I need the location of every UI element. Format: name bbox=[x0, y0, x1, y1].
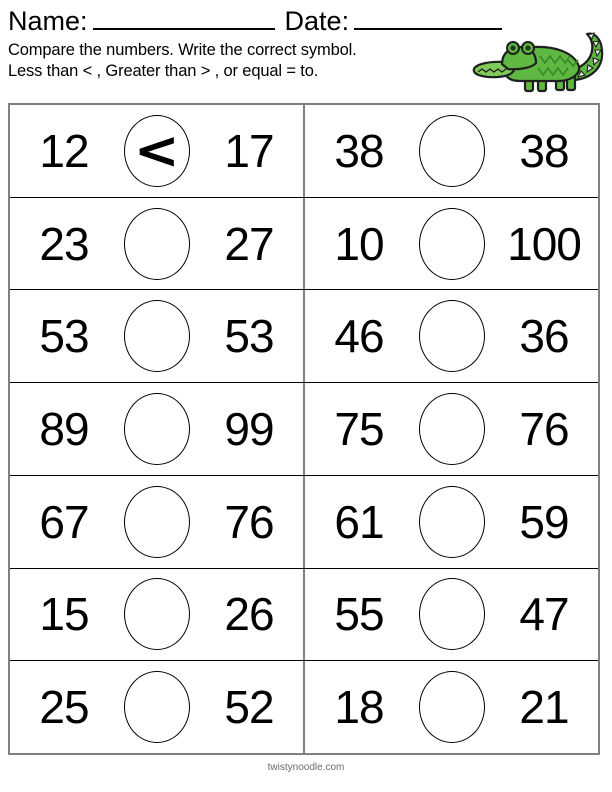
problem-cell[interactable]: 25 52 bbox=[10, 661, 305, 754]
second-number: 59 bbox=[519, 495, 569, 548]
first-number: 46 bbox=[334, 310, 384, 363]
problem-cell[interactable]: 15 26 bbox=[10, 568, 305, 661]
first-number: 75 bbox=[334, 403, 384, 456]
name-date-row: Name: Date: bbox=[8, 0, 604, 38]
first-number: 18 bbox=[334, 681, 384, 734]
problem-cell[interactable]: 75 76 bbox=[305, 383, 598, 475]
second-number: 36 bbox=[519, 310, 569, 363]
answer-circle[interactable] bbox=[418, 485, 485, 558]
second-number: 76 bbox=[224, 495, 274, 548]
table-row: 53 53 46 36 bbox=[10, 290, 598, 384]
comparison-worksheet-table: 12 < 17 38 38 23 27 10 100 53 53 46 36 8… bbox=[8, 103, 600, 755]
second-number: 99 bbox=[224, 403, 274, 456]
first-number: 10 bbox=[334, 217, 384, 270]
date-label: Date: bbox=[284, 6, 350, 36]
problem-cell[interactable]: 46 36 bbox=[305, 290, 598, 382]
date-input-blank[interactable] bbox=[354, 2, 503, 30]
first-number: 23 bbox=[39, 217, 89, 270]
instructions: Compare the numbers. Write the correct s… bbox=[8, 38, 604, 82]
first-number: 25 bbox=[39, 681, 89, 734]
first-number: 55 bbox=[334, 588, 384, 641]
first-number: 38 bbox=[334, 124, 384, 177]
answer-circle[interactable] bbox=[123, 578, 190, 651]
first-number: 15 bbox=[39, 588, 89, 641]
table-row: 23 27 10 100 bbox=[10, 197, 598, 291]
answer-circle[interactable] bbox=[123, 671, 190, 744]
first-number: 53 bbox=[39, 310, 89, 363]
first-number: 61 bbox=[334, 495, 384, 548]
second-number: 17 bbox=[224, 124, 274, 177]
first-number: 89 bbox=[39, 403, 89, 456]
table-row: 15 26 55 47 bbox=[10, 568, 598, 662]
table-row: 89 99 75 76 bbox=[10, 383, 598, 476]
instruction-line-2: Less than < , Greater than > , or equal … bbox=[8, 62, 319, 80]
problem-cell[interactable]: 23 27 bbox=[10, 197, 305, 290]
problem-cell[interactable]: 12 < 17 bbox=[10, 105, 305, 197]
answer-circle[interactable] bbox=[418, 114, 485, 187]
second-number: 47 bbox=[519, 588, 569, 641]
problem-cell[interactable]: 89 99 bbox=[10, 383, 305, 475]
second-number: 76 bbox=[519, 403, 569, 456]
answer-circle[interactable] bbox=[418, 300, 485, 373]
problem-cell[interactable]: 18 21 bbox=[305, 661, 598, 753]
table-row: 25 52 18 21 bbox=[10, 661, 598, 754]
name-label: Name: bbox=[8, 6, 88, 36]
first-number: 67 bbox=[39, 495, 89, 548]
answer-circle[interactable] bbox=[123, 485, 190, 558]
answer-circle[interactable] bbox=[123, 300, 190, 373]
footer-credit[interactable]: twistynoodle.com bbox=[0, 762, 612, 773]
second-number: 100 bbox=[507, 217, 582, 270]
instruction-line-1: Compare the numbers. Write the correct s… bbox=[8, 41, 357, 59]
first-number: 12 bbox=[39, 124, 89, 177]
answer-circle[interactable] bbox=[418, 671, 485, 744]
second-number: 38 bbox=[519, 124, 569, 177]
problem-cell[interactable]: 53 53 bbox=[10, 290, 305, 383]
second-number: 27 bbox=[224, 217, 274, 270]
second-number: 53 bbox=[224, 310, 274, 363]
answer-circle[interactable] bbox=[418, 578, 485, 651]
problem-cell[interactable]: 10 100 bbox=[305, 198, 598, 290]
answer-circle[interactable] bbox=[123, 393, 190, 466]
problem-cell[interactable]: 61 59 bbox=[305, 476, 598, 568]
table-row: 67 76 61 59 bbox=[10, 475, 598, 569]
problem-cell[interactable]: 55 47 bbox=[305, 569, 598, 661]
second-number: 21 bbox=[519, 681, 569, 734]
answer-circle[interactable] bbox=[418, 393, 485, 466]
answer-circle[interactable] bbox=[123, 207, 190, 280]
name-input-blank[interactable] bbox=[92, 2, 275, 30]
table-row: 12 < 17 38 38 bbox=[10, 105, 598, 198]
answer-circle[interactable] bbox=[418, 207, 485, 280]
worksheet-header: Name: Date: Compare the numbers. Write t… bbox=[8, 0, 604, 82]
problem-cell[interactable]: 67 76 bbox=[10, 475, 305, 568]
answer-symbol: < bbox=[133, 120, 180, 181]
problem-cell[interactable]: 38 38 bbox=[305, 105, 598, 197]
second-number: 52 bbox=[224, 681, 274, 734]
second-number: 26 bbox=[224, 588, 274, 641]
answer-circle[interactable]: < bbox=[123, 114, 190, 187]
